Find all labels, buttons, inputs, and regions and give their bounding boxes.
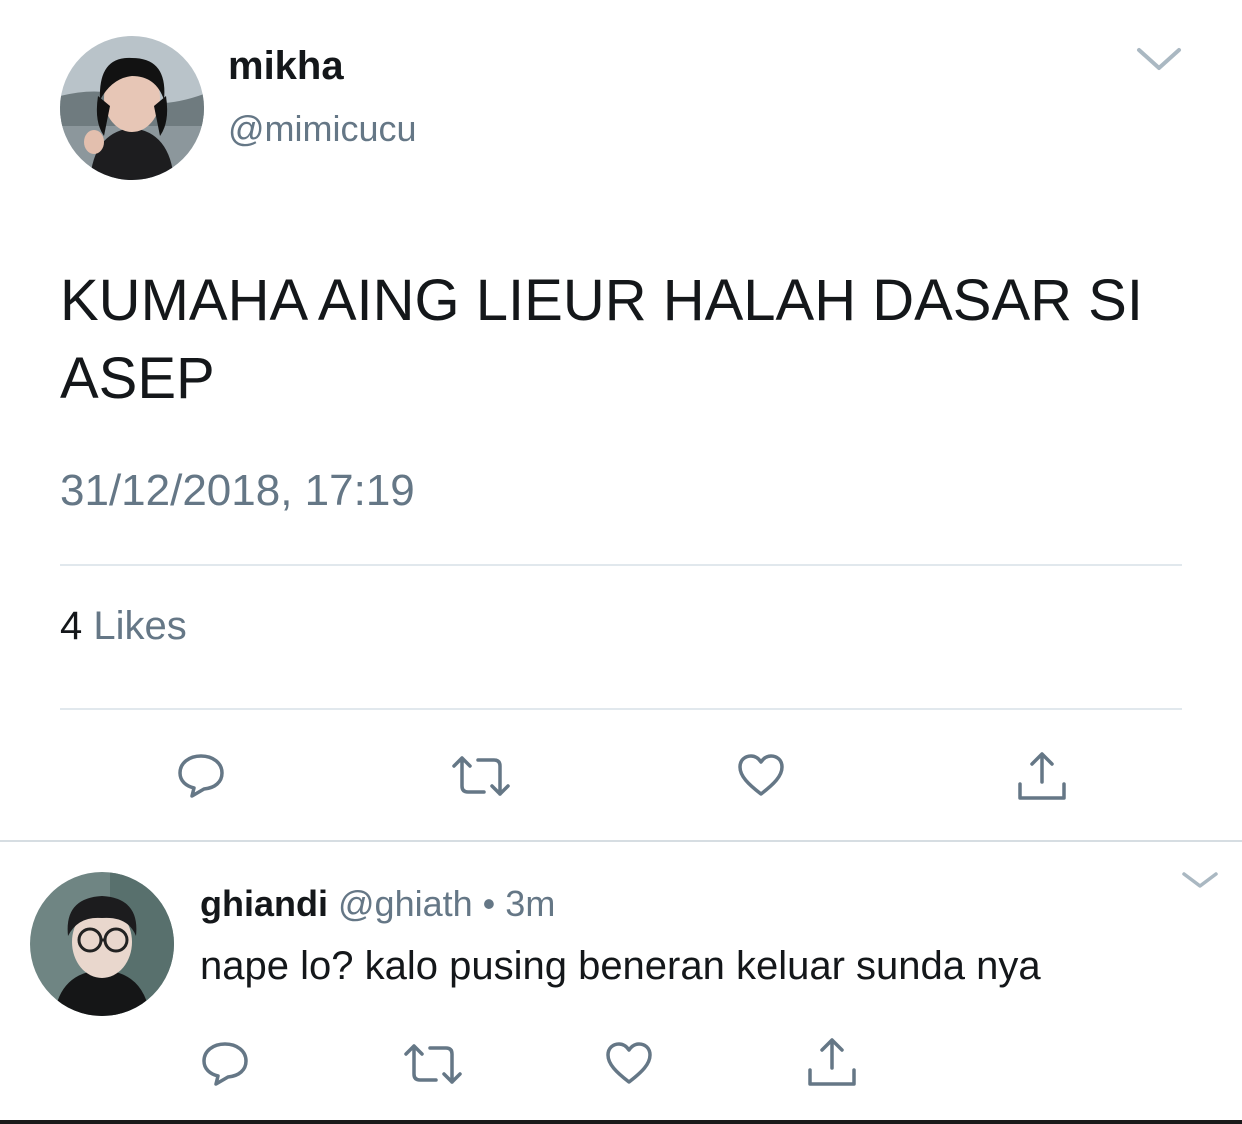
reply-author-name[interactable]: ghiandi	[200, 883, 328, 924]
chevron-down-icon[interactable]	[1180, 868, 1220, 897]
reply-avatar[interactable]	[30, 872, 174, 1016]
share-icon[interactable]	[1016, 748, 1068, 807]
retweet-icon[interactable]	[450, 754, 512, 803]
chevron-down-icon[interactable]	[1135, 44, 1183, 79]
bottom-border	[0, 1120, 1242, 1124]
author-avatar[interactable]	[60, 36, 204, 180]
divider	[60, 708, 1182, 710]
tweet-text: KUMAHA AING LIEUR HALAH DASAR SI ASEP	[60, 268, 1143, 411]
author-handle[interactable]: @mimicucu	[228, 108, 417, 150]
share-icon[interactable]	[806, 1034, 858, 1093]
author-name[interactable]: mikha	[228, 44, 344, 89]
like-icon[interactable]	[736, 752, 786, 803]
likes-label: Likes	[93, 604, 187, 648]
reply-text: nape lo? kalo pusing beneran keluar sund…	[200, 944, 1041, 988]
reply-icon[interactable]	[176, 752, 226, 805]
retweet-icon[interactable]	[402, 1042, 464, 1091]
reply-header: ghiandi @ghiath • 3m	[200, 883, 555, 925]
like-icon[interactable]	[604, 1040, 654, 1091]
divider	[60, 564, 1182, 566]
likes-count: 4	[60, 604, 83, 648]
tweet-timestamp: 31/12/2018, 17:19	[60, 466, 415, 515]
reply-author-handle[interactable]: @ghiath	[338, 883, 473, 924]
likes-stat[interactable]: 4 Likes	[60, 604, 187, 649]
section-divider	[0, 840, 1242, 842]
reply-time: 3m	[505, 883, 556, 924]
reply-separator: •	[482, 883, 496, 924]
reply-icon[interactable]	[200, 1040, 250, 1093]
